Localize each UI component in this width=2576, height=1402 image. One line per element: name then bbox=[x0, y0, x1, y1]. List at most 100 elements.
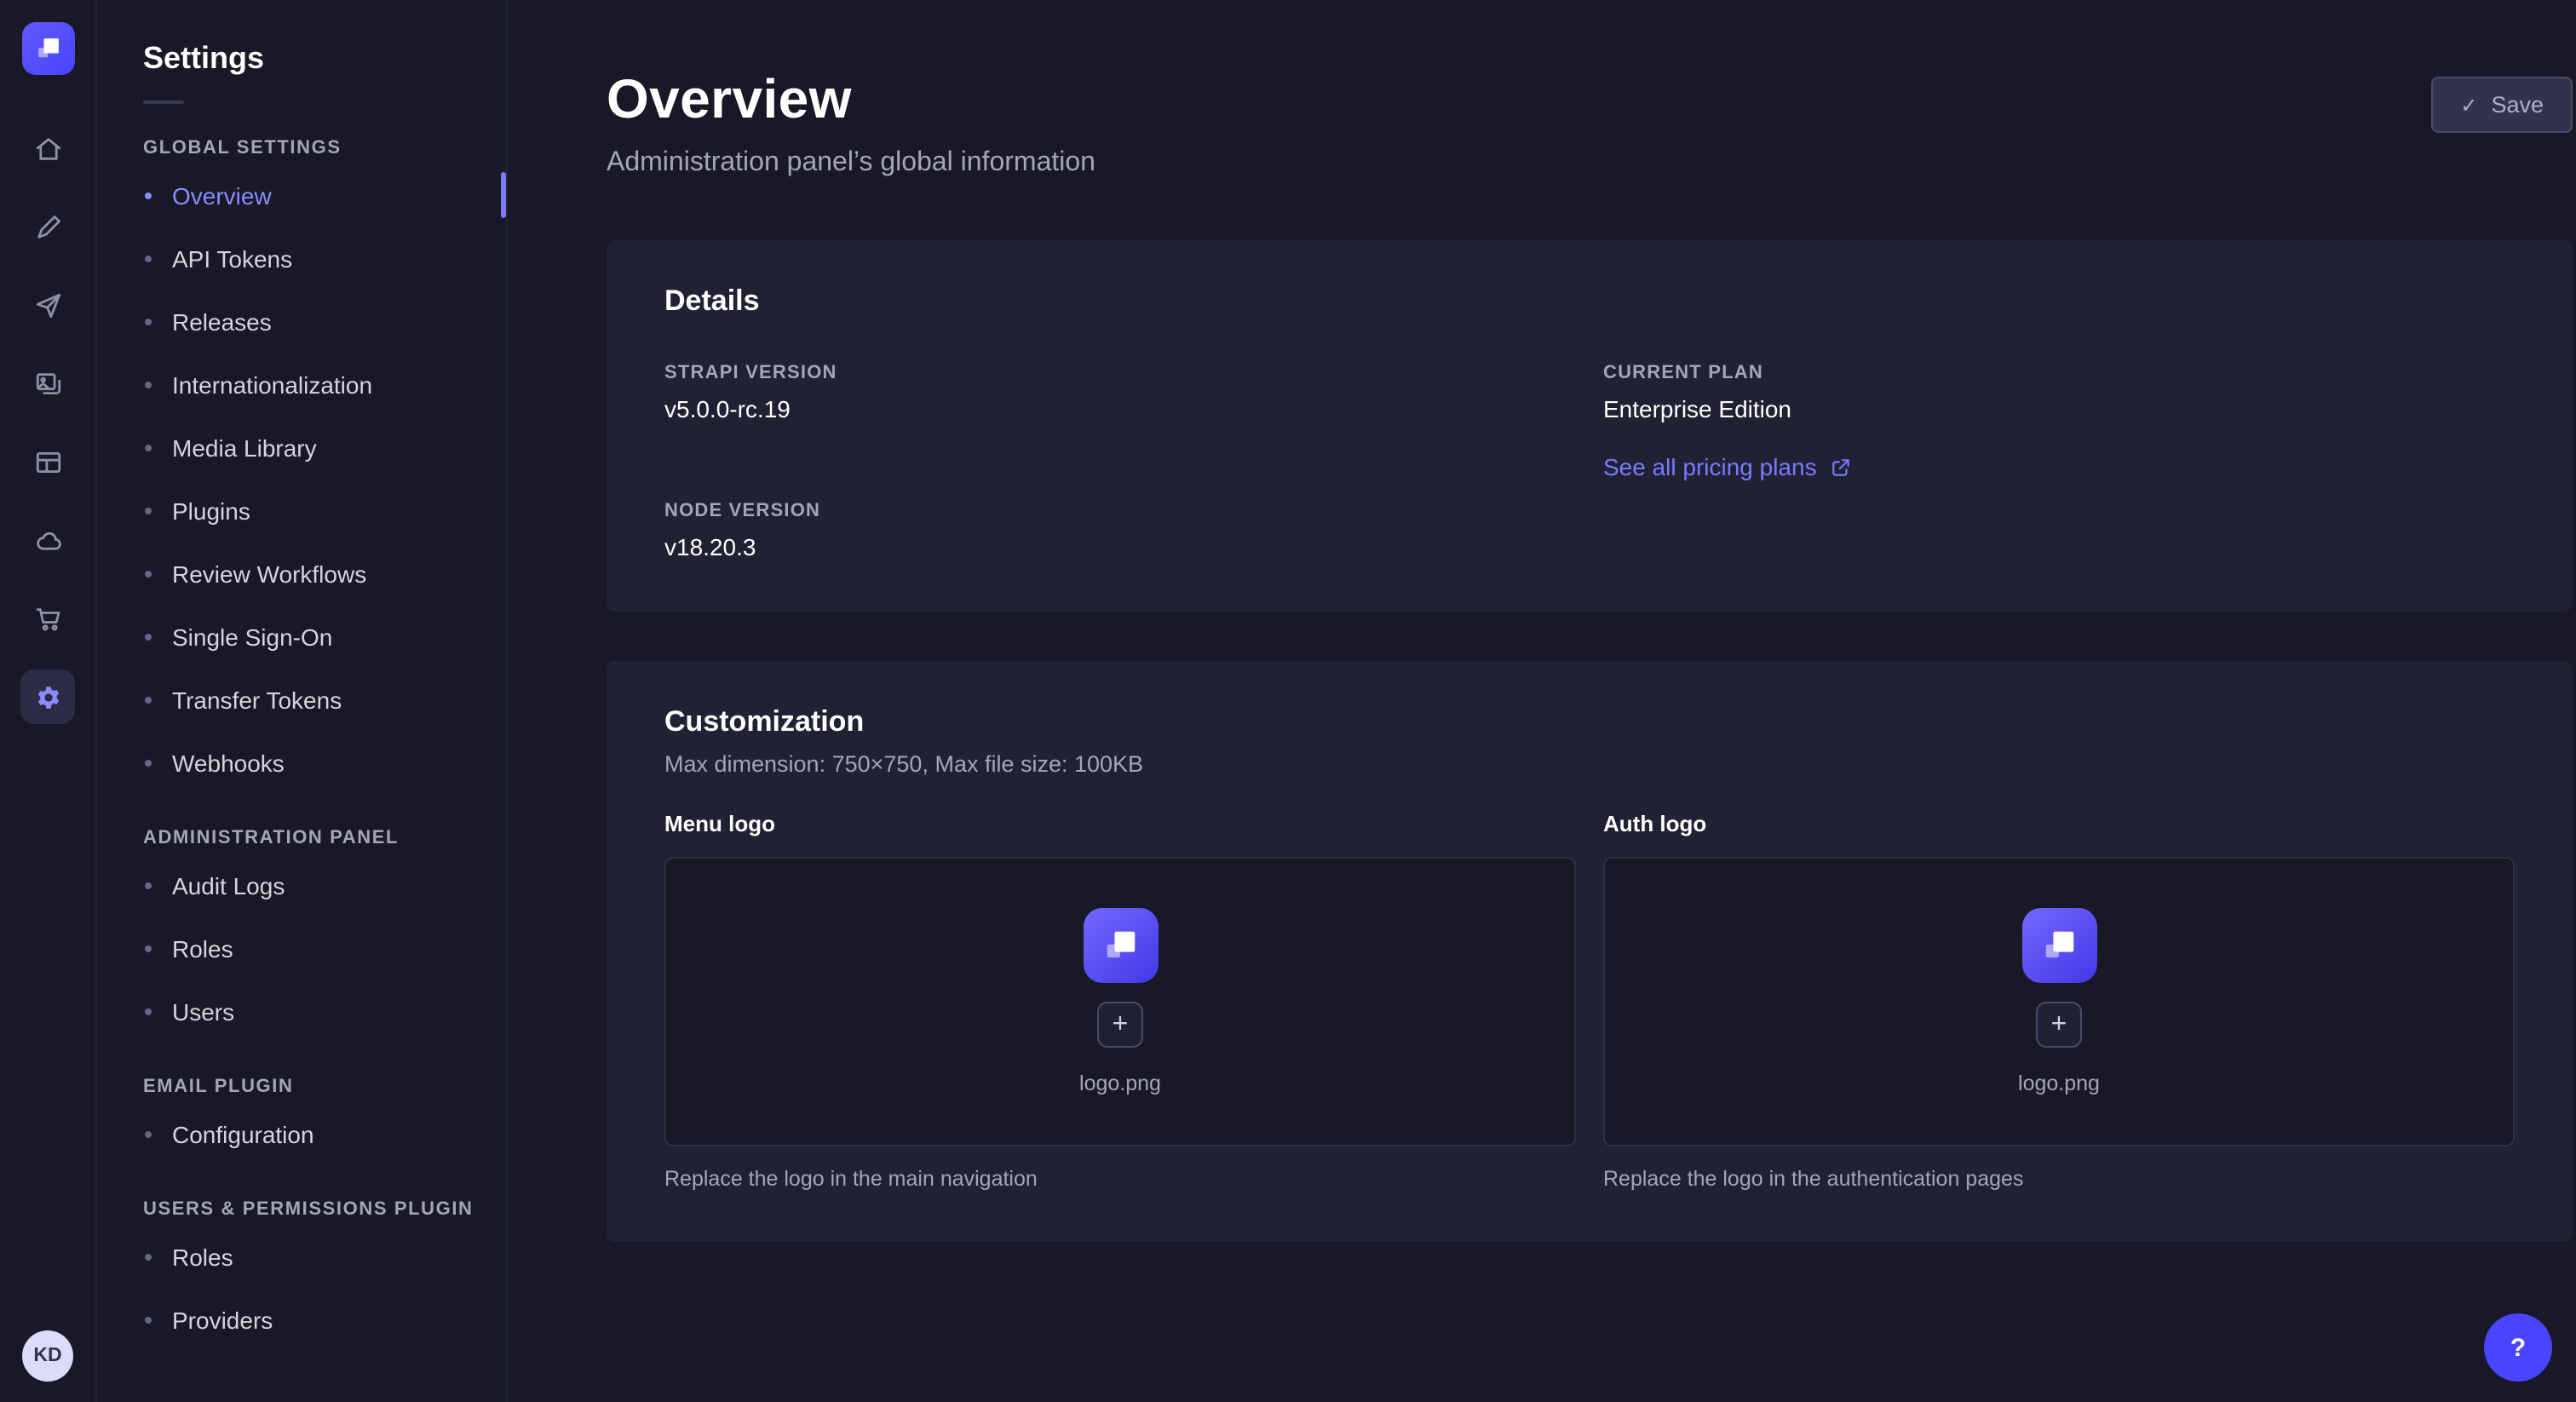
subnav-item-label: Releases bbox=[172, 307, 272, 335]
field-value: v18.20.3 bbox=[664, 533, 1576, 560]
subnav-item-plugins[interactable]: Plugins bbox=[97, 479, 506, 542]
field-node-version: NODE VERSION v18.20.3 bbox=[664, 501, 1576, 560]
details-grid: STRAPI VERSION v5.0.0-rc.19 NODE VERSION… bbox=[664, 363, 2515, 560]
menu-logo-preview bbox=[1083, 908, 1158, 983]
auth-logo-hint: Replace the logo in the authentication p… bbox=[1603, 1167, 2515, 1191]
subnav-item-internationalization[interactable]: Internationalization bbox=[97, 353, 506, 416]
subnav-item-label: Overview bbox=[172, 181, 272, 209]
subnav-item-label: Internationalization bbox=[172, 371, 372, 398]
section-administration-panel: ADMINISTRATION PANEL Audit Logs Roles Us… bbox=[97, 828, 506, 1043]
subnav-item-admin-users[interactable]: Users bbox=[97, 980, 506, 1043]
plus-icon: + bbox=[1113, 1011, 1129, 1038]
nav-settings-button[interactable] bbox=[20, 669, 75, 724]
subnav-item-label: Plugins bbox=[172, 497, 250, 524]
auth-logo-dropzone[interactable]: + logo.png bbox=[1603, 857, 2515, 1146]
subnav-item-email-configuration[interactable]: Configuration bbox=[97, 1102, 506, 1165]
auth-logo-preview bbox=[2021, 908, 2096, 983]
save-button-label: Save bbox=[2491, 92, 2544, 118]
strapi-home-button[interactable] bbox=[21, 22, 74, 75]
subnav-item-single-sign-on[interactable]: Single Sign-On bbox=[97, 605, 506, 668]
subnav-item-releases[interactable]: Releases bbox=[97, 290, 506, 353]
subnav-item-media-library[interactable]: Media Library bbox=[97, 416, 506, 479]
menu-logo-hint: Replace the logo in the main navigation bbox=[664, 1167, 1576, 1191]
add-auth-logo-button[interactable]: + bbox=[2036, 1002, 2082, 1048]
bullet-icon bbox=[145, 945, 152, 951]
menu-logo-dropzone[interactable]: + logo.png bbox=[664, 857, 1576, 1146]
strapi-logo-icon bbox=[32, 32, 64, 65]
subnav-item-review-workflows[interactable]: Review Workflows bbox=[97, 542, 506, 605]
home-icon bbox=[33, 134, 62, 163]
main-nav-rail: KD bbox=[0, 0, 97, 1402]
subnav-item-label: Transfer Tokens bbox=[172, 686, 342, 713]
pricing-plans-link[interactable]: See all pricing plans bbox=[1603, 453, 1853, 480]
subnav-section-heading: GLOBAL SETTINGS bbox=[97, 138, 506, 158]
bullet-icon bbox=[145, 192, 152, 198]
nav-content-builder-button[interactable] bbox=[20, 199, 75, 254]
bullet-icon bbox=[145, 633, 152, 640]
upload-label: Auth logo bbox=[1603, 811, 2515, 836]
cart-icon bbox=[33, 604, 62, 633]
external-link-icon bbox=[1831, 456, 1853, 478]
field-label: CURRENT PLAN bbox=[1603, 363, 2515, 383]
subnav-item-webhooks[interactable]: Webhooks bbox=[97, 731, 506, 794]
logo-uploads: Menu logo + logo.png Replace the logo in… bbox=[664, 811, 2515, 1191]
section-global-settings: GLOBAL SETTINGS Overview API Tokens Rele… bbox=[97, 138, 506, 794]
field-value: Enterprise Edition bbox=[1603, 395, 2515, 422]
cloud-icon bbox=[33, 526, 62, 554]
field-label: NODE VERSION bbox=[664, 501, 1576, 521]
question-mark-icon: ? bbox=[2510, 1333, 2526, 1362]
subnav-item-label: Roles bbox=[172, 934, 233, 962]
rail-nav-items bbox=[20, 121, 75, 724]
check-icon: ✓ bbox=[2460, 93, 2477, 117]
settings-gear-icon bbox=[33, 682, 62, 711]
details-card-title: Details bbox=[664, 284, 2515, 319]
nav-media-library-button[interactable] bbox=[20, 356, 75, 411]
field-strapi-version: STRAPI VERSION v5.0.0-rc.19 bbox=[664, 363, 1576, 422]
main-content: Overview Administration panel’s global i… bbox=[508, 0, 2576, 1402]
bullet-icon bbox=[145, 570, 152, 577]
section-users-permissions-plugin: USERS & PERMISSIONS PLUGIN Roles Provide… bbox=[97, 1199, 506, 1351]
subnav-item-up-providers[interactable]: Providers bbox=[97, 1288, 506, 1351]
subnav-item-admin-roles[interactable]: Roles bbox=[97, 916, 506, 980]
page-subtitle: Administration panel’s global informatio… bbox=[607, 148, 1095, 179]
bullet-icon bbox=[145, 696, 152, 703]
nav-marketplace-button[interactable] bbox=[20, 591, 75, 646]
subnav-item-transfer-tokens[interactable]: Transfer Tokens bbox=[97, 668, 506, 731]
subnav-section-heading: ADMINISTRATION PANEL bbox=[97, 828, 506, 848]
auth-logo-filename: logo.png bbox=[2018, 1072, 2100, 1095]
subnav-item-overview[interactable]: Overview bbox=[97, 164, 506, 227]
subnav-item-up-roles[interactable]: Roles bbox=[97, 1225, 506, 1288]
subnav-item-label: Webhooks bbox=[172, 749, 285, 776]
field-current-plan: CURRENT PLAN Enterprise Edition bbox=[1603, 363, 2515, 422]
upload-menu-logo: Menu logo + logo.png Replace the logo in… bbox=[664, 811, 1576, 1191]
nav-home-button[interactable] bbox=[20, 121, 75, 175]
nav-content-manager-button[interactable] bbox=[20, 434, 75, 489]
subnav-item-label: Media Library bbox=[172, 434, 317, 461]
user-avatar[interactable]: KD bbox=[22, 1330, 73, 1382]
upload-label: Menu logo bbox=[664, 811, 1576, 836]
bullet-icon bbox=[145, 255, 152, 261]
save-button[interactable]: ✓ Save bbox=[2431, 77, 2573, 133]
nav-deploy-button[interactable] bbox=[20, 278, 75, 332]
strapi-logo-icon bbox=[1098, 923, 1142, 968]
customization-card-title: Customization bbox=[664, 705, 2515, 739]
bullet-icon bbox=[145, 1130, 152, 1137]
help-button[interactable]: ? bbox=[2484, 1313, 2552, 1382]
upload-auth-logo: Auth logo + logo.png Replace the logo in… bbox=[1603, 811, 2515, 1191]
subnav-item-label: Users bbox=[172, 997, 234, 1025]
images-icon bbox=[33, 369, 62, 398]
nav-cloud-button[interactable] bbox=[20, 513, 75, 567]
subnav-title: Settings bbox=[97, 41, 506, 77]
bullet-icon bbox=[145, 444, 152, 451]
subnav-item-audit-logs[interactable]: Audit Logs bbox=[97, 853, 506, 916]
subnav-item-label: Single Sign-On bbox=[172, 623, 332, 650]
plus-icon: + bbox=[2051, 1011, 2067, 1038]
settings-subnav: Settings GLOBAL SETTINGS Overview API To… bbox=[97, 0, 508, 1402]
subnav-item-label: Roles bbox=[172, 1243, 233, 1270]
customization-card: Customization Max dimension: 750×750, Ma… bbox=[607, 661, 2573, 1242]
subnav-item-api-tokens[interactable]: API Tokens bbox=[97, 227, 506, 290]
bullet-icon bbox=[145, 759, 152, 766]
add-menu-logo-button[interactable]: + bbox=[1097, 1002, 1143, 1048]
subnav-section-heading: EMAIL PLUGIN bbox=[97, 1077, 506, 1097]
bullet-icon bbox=[145, 318, 152, 325]
